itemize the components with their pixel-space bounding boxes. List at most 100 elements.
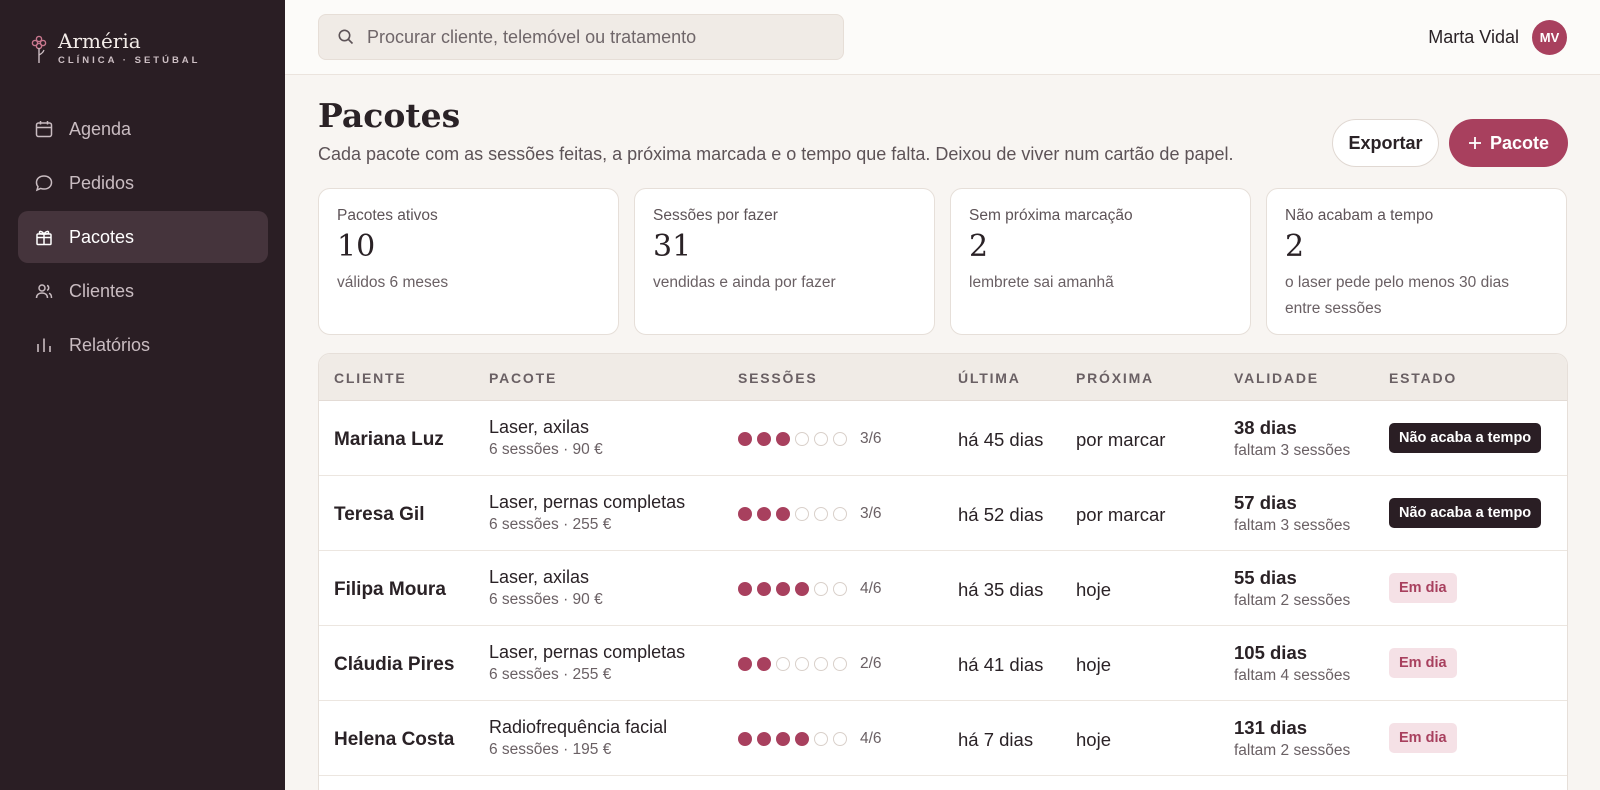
new-package-label: Pacote (1489, 132, 1550, 153)
sessions-count: 2/6 (860, 655, 882, 672)
stat-label: Sessões por fazer (653, 207, 778, 224)
flower-icon (31, 35, 47, 63)
table-row[interactable]: Teresa Gil Laser, pernas completas 6 sessõ… (319, 476, 1567, 551)
package-cell: Laser, axilas 6 sessões · 90 € (489, 417, 603, 459)
validity-cell: 55 dias faltam 2 sessões (1234, 567, 1350, 610)
validity-remaining: faltam 4 sessões (1234, 667, 1351, 684)
status-badge: Em dia (1389, 648, 1457, 678)
session-dot (757, 432, 771, 446)
validity-remaining: faltam 3 sessões (1234, 517, 1351, 534)
user-name: Marta Vidal (1428, 27, 1519, 47)
search-input[interactable] (367, 26, 827, 48)
client-name[interactable]: Filipa Moura (334, 579, 446, 601)
package-details: 6 sessões · 90 € (489, 591, 603, 608)
session-dot (757, 507, 771, 521)
validity-cell: 131 dias faltam 2 sessões (1234, 717, 1350, 760)
client-name[interactable]: Cláudia Pires (334, 654, 454, 676)
search-icon (338, 29, 354, 45)
session-dot (776, 507, 790, 521)
column-header-estado[interactable]: ESTADO (1389, 370, 1457, 386)
table-row[interactable]: Mariana Luz Laser, axilas 6 sessões · 90 €… (319, 401, 1567, 476)
status-cell: Não acaba a tempo (1389, 423, 1542, 453)
session-dot (833, 582, 847, 596)
session-dot (757, 732, 771, 746)
search-box[interactable] (318, 14, 844, 60)
column-header-sessoes[interactable]: SESSÕES (738, 370, 818, 386)
status-badge: Não acaba a tempo (1389, 423, 1542, 453)
validity-days: 57 dias (1234, 492, 1297, 513)
client-name[interactable]: Helena Costa (334, 729, 454, 751)
avatar[interactable]: MV (1532, 20, 1567, 55)
client-name[interactable]: Mariana Luz (334, 429, 444, 451)
sidebar-item-relatorios[interactable]: Relatórios (18, 319, 268, 371)
session-dot (814, 432, 828, 446)
last-session: há 52 dias (958, 504, 1044, 525)
stat-label: Pacotes ativos (337, 207, 438, 224)
column-header-validade[interactable]: VALIDADE (1234, 370, 1319, 386)
validity-cell: 57 dias faltam 3 sessões (1234, 492, 1350, 535)
package-name: Laser, pernas completas (489, 492, 686, 512)
export-button[interactable]: Exportar (1332, 119, 1439, 167)
sidebar-item-pacotes[interactable]: Pacotes (18, 211, 268, 263)
sidebar: Arméria CLÍNICA · SETÚBAL Agenda Pedidos… (0, 0, 285, 790)
sessions-progress: 2/6 (738, 655, 882, 673)
sidebar-item-clientes[interactable]: Clientes (18, 265, 268, 317)
brand-subtitle: CLÍNICA · SETÚBAL (58, 55, 201, 66)
sidebar-item-pedidos[interactable]: Pedidos (18, 157, 268, 209)
top-bar: Marta Vidal MV (285, 0, 1600, 75)
sessions-count: 4/6 (860, 730, 882, 747)
session-dot (833, 432, 847, 446)
session-dot (738, 732, 752, 746)
sidebar-item-label: Clientes (69, 280, 135, 301)
stat-note: lembrete sai amanhã (969, 274, 1114, 291)
session-dot (776, 582, 790, 596)
column-header-proxima[interactable]: PRÓXIMA (1076, 370, 1154, 386)
column-header-pacote[interactable]: PACOTE (489, 370, 557, 386)
user-menu[interactable]: Marta Vidal MV (1428, 20, 1567, 55)
page-subtitle: Cada pacote com as sessões feitas, a pró… (318, 144, 1234, 164)
stat-value: 2 (1285, 229, 1305, 264)
stat-card-sessions-pending: Sessões por fazer 31 vendidas e ainda po… (634, 188, 935, 335)
session-dot (795, 657, 809, 671)
client-name[interactable]: Teresa Gil (334, 504, 424, 526)
packages-table: CLIENTE PACOTE SESSÕES ÚLTIMA PRÓXIMA VA… (318, 353, 1568, 790)
package-name: Radiofrequência facial (489, 717, 668, 737)
validity-days: 131 dias (1234, 717, 1308, 738)
stat-value: 31 (653, 229, 692, 264)
sessions-count: 3/6 (860, 430, 882, 447)
column-header-cliente[interactable]: CLIENTE (334, 370, 407, 386)
calendar-icon (35, 121, 53, 138)
stat-note: vendidas e ainda por fazer (653, 274, 836, 291)
session-dot (814, 507, 828, 521)
status-cell: Em dia (1389, 648, 1457, 678)
validity-cell: 38 dias faltam 3 sessões (1234, 417, 1350, 460)
next-session: hoje (1076, 654, 1111, 675)
status-badge: Em dia (1389, 723, 1457, 753)
table-row[interactable]: Filipa Moura Laser, axilas 6 sessões · 90 … (319, 551, 1567, 626)
session-dot (757, 582, 771, 596)
table-header: CLIENTE PACOTE SESSÕES ÚLTIMA PRÓXIMA VA… (319, 354, 1567, 401)
validity-days: 55 dias (1234, 567, 1297, 588)
gift-icon (36, 230, 52, 246)
package-cell: Laser, axilas 6 sessões · 90 € (489, 567, 603, 609)
stat-value: 2 (969, 229, 989, 264)
next-session: hoje (1076, 729, 1111, 750)
session-dot (795, 507, 809, 521)
last-session: há 41 dias (958, 654, 1044, 675)
sidebar-item-label: Agenda (69, 118, 132, 139)
new-package-button[interactable]: Pacote (1449, 119, 1568, 167)
brand-logo[interactable]: Arméria CLÍNICA · SETÚBAL (30, 30, 200, 66)
session-dot (757, 657, 771, 671)
table-row[interactable]: Cláudia Pires Laser, pernas completas 6 se… (319, 626, 1567, 701)
sessions-progress: 3/6 (738, 505, 882, 523)
session-dot (738, 657, 752, 671)
sidebar-item-agenda[interactable]: Agenda (18, 103, 268, 155)
validity-remaining: faltam 3 sessões (1234, 442, 1351, 459)
stat-label: Não acabam a tempo (1285, 207, 1434, 224)
table-row[interactable]: Helena Costa Radiofrequência facial 6 sess… (319, 701, 1567, 776)
column-header-ultima[interactable]: ÚLTIMA (958, 370, 1021, 386)
sessions-progress: 4/6 (738, 730, 882, 748)
package-details: 6 sessões · 195 € (489, 741, 612, 758)
package-details: 6 sessões · 255 € (489, 516, 612, 533)
status-cell: Em dia (1389, 723, 1457, 753)
